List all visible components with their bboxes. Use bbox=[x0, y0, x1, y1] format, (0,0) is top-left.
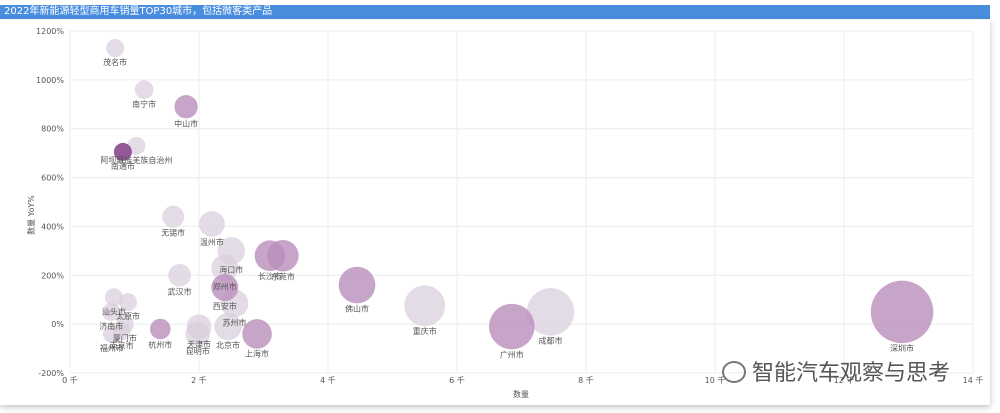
bubble-point[interactable] bbox=[338, 266, 376, 304]
point-label: 济南市 bbox=[99, 321, 123, 331]
x-tick-label: 4 千 bbox=[320, 375, 336, 385]
point-label: 南宁市 bbox=[132, 99, 156, 109]
x-tick-label: 6 千 bbox=[449, 375, 465, 385]
y-tick-label: 800% bbox=[41, 125, 64, 134]
x-axis-title: 数量 bbox=[513, 389, 529, 399]
bubble-point[interactable] bbox=[106, 39, 125, 58]
bubble-point[interactable] bbox=[254, 240, 286, 272]
point-label: 北京市 bbox=[216, 340, 240, 350]
bubble-point[interactable] bbox=[168, 263, 191, 287]
bubble-point[interactable] bbox=[489, 303, 535, 350]
bubble-point[interactable] bbox=[404, 285, 446, 327]
chart-panel: -200% 0% 200% 400% 600% 800% 1000% 1200% 0 千 2 千 4… bbox=[0, 20, 990, 405]
watermark: 智能汽车观察与思考 bbox=[722, 355, 950, 387]
bubble-point[interactable] bbox=[242, 319, 272, 349]
point-label: 太原市 bbox=[116, 311, 140, 321]
bubble-point[interactable] bbox=[198, 211, 225, 237]
bubble-point[interactable] bbox=[162, 205, 185, 228]
chart-title: 2022年新能源轻型商用车销量TOP30城市，包括微客类产品 bbox=[0, 5, 990, 19]
x-tick-label: 2 千 bbox=[191, 375, 207, 385]
point-label: 西安市 bbox=[213, 301, 237, 311]
x-tick-label: 14 千 bbox=[963, 375, 984, 385]
point-label: 武汉市 bbox=[168, 287, 192, 297]
point-label: 无锡市 bbox=[161, 228, 185, 238]
bubble-point[interactable] bbox=[870, 280, 934, 344]
watermark-text: 智能汽车观察与思考 bbox=[752, 361, 951, 386]
y-tick-label: 1000% bbox=[36, 76, 64, 85]
point-label: 福州市 bbox=[100, 343, 124, 353]
point-label: 中山市 bbox=[174, 118, 198, 128]
bubble-point[interactable] bbox=[150, 318, 171, 340]
bubble-chart: -200% 0% 200% 400% 600% 800% 1000% 1200% 0 千 2 千 4… bbox=[26, 27, 984, 399]
point-label: 重庆市 bbox=[413, 326, 437, 336]
point-label: 昆明市 bbox=[186, 346, 210, 356]
x-tick-label: 0 千 bbox=[62, 375, 78, 385]
point-label: 茂名市 bbox=[103, 57, 127, 67]
y-tick-label: 1200% bbox=[36, 27, 64, 36]
point-label: 苏州市 bbox=[222, 317, 246, 327]
bubble-point[interactable] bbox=[134, 80, 154, 99]
point-label: 上海市 bbox=[245, 349, 269, 359]
point-label: 佛山市 bbox=[345, 303, 369, 313]
point-label: 东莞市 bbox=[271, 272, 295, 282]
point-label: 海口市 bbox=[219, 265, 243, 275]
point-label: 温州市 bbox=[200, 237, 224, 247]
x-tick-label: 8 千 bbox=[578, 375, 594, 385]
point-label: 杭州市 bbox=[148, 339, 172, 349]
point-label: 深圳市 bbox=[890, 343, 914, 353]
bubble-point[interactable] bbox=[174, 95, 198, 119]
point-label: 南通市 bbox=[111, 161, 135, 171]
y-tick-label: 600% bbox=[41, 174, 64, 183]
point-label: 广州市 bbox=[500, 349, 524, 359]
y-tick-label: 0% bbox=[51, 320, 64, 329]
point-label: 成都市 bbox=[539, 336, 563, 346]
point-label: 郑州市 bbox=[213, 281, 237, 291]
y-tick-label: -200% bbox=[38, 369, 64, 378]
wechat-icon bbox=[722, 361, 746, 383]
y-tick-label: 200% bbox=[41, 271, 64, 280]
y-tick-label: 400% bbox=[41, 222, 64, 231]
y-axis-title: 数量 YoY% bbox=[26, 195, 36, 235]
